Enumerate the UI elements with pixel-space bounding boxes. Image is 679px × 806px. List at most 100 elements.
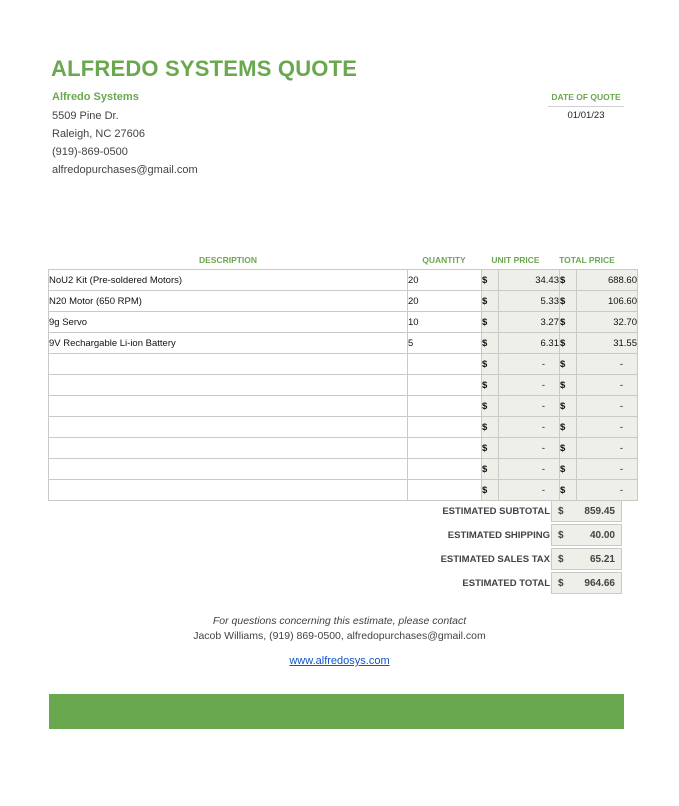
item-unit-price[interactable]: 5.33 bbox=[498, 290, 560, 312]
table-row: $ - $ - bbox=[48, 353, 638, 375]
item-unit-price[interactable]: 3.27 bbox=[498, 311, 560, 333]
unit-price-currency: $ bbox=[481, 416, 499, 438]
item-description[interactable] bbox=[48, 479, 408, 501]
website-link[interactable]: www.alfredosys.com bbox=[0, 655, 679, 667]
header-unit-price: UNIT PRICE bbox=[491, 255, 540, 265]
item-description[interactable]: 9g Servo bbox=[48, 311, 408, 333]
item-unit-price[interactable]: 6.31 bbox=[498, 332, 560, 354]
summary-currency: $ bbox=[558, 506, 564, 517]
header-quantity: QUANTITY bbox=[422, 255, 466, 265]
summary-value-box: $964.66 bbox=[551, 572, 622, 594]
total-price-currency: $ bbox=[559, 374, 577, 396]
item-description[interactable] bbox=[48, 374, 408, 396]
item-total-price: 106.60 bbox=[576, 290, 638, 312]
unit-price-currency: $ bbox=[481, 269, 499, 291]
summary-value: 40.00 bbox=[589, 530, 615, 541]
item-description[interactable]: N20 Motor (650 RPM) bbox=[48, 290, 408, 312]
unit-price-currency: $ bbox=[481, 479, 499, 501]
table-row: $ - $ - bbox=[48, 479, 638, 501]
date-of-quote-value[interactable]: 01/01/23 bbox=[548, 110, 624, 121]
item-quantity[interactable] bbox=[407, 395, 482, 417]
item-quantity[interactable] bbox=[407, 458, 482, 480]
item-quantity[interactable]: 20 bbox=[407, 290, 482, 312]
unit-price-currency: $ bbox=[481, 395, 499, 417]
summary-label: ESTIMATED TOTAL bbox=[462, 578, 550, 589]
item-quantity[interactable]: 5 bbox=[407, 332, 482, 354]
quote-title: ALFREDO SYSTEMS QUOTE bbox=[51, 56, 358, 81]
item-total-price: 32.70 bbox=[576, 311, 638, 333]
total-price-currency: $ bbox=[559, 353, 577, 375]
summary-value: 859.45 bbox=[584, 506, 615, 517]
total-price-currency: $ bbox=[559, 479, 577, 501]
item-quantity[interactable]: 20 bbox=[407, 269, 482, 291]
table-row: NoU2 Kit (Pre-soldered Motors) 20 $34.43 $6… bbox=[48, 269, 638, 291]
unit-price-currency: $ bbox=[481, 437, 499, 459]
summary-currency: $ bbox=[558, 578, 564, 589]
table-row: $ - $ - bbox=[48, 437, 638, 459]
company-name: Alfredo Systems bbox=[52, 91, 139, 103]
unit-price-currency: $ bbox=[481, 290, 499, 312]
item-quantity[interactable]: 10 bbox=[407, 311, 482, 333]
summary-value: 964.66 bbox=[584, 578, 615, 589]
item-total-price: - bbox=[576, 458, 638, 480]
item-unit-price[interactable]: - bbox=[498, 374, 560, 396]
total-price-currency: $ bbox=[559, 290, 577, 312]
unit-price-currency: $ bbox=[481, 458, 499, 480]
item-unit-price[interactable]: - bbox=[498, 416, 560, 438]
summary-label: ESTIMATED SUBTOTAL bbox=[442, 506, 550, 517]
item-description[interactable]: NoU2 Kit (Pre-soldered Motors) bbox=[48, 269, 408, 291]
table-row: 9V Rechargable Li-ion Battery 5 $6.31 $31.5… bbox=[48, 332, 638, 354]
date-divider bbox=[548, 106, 624, 107]
item-quantity[interactable] bbox=[407, 374, 482, 396]
total-price-currency: $ bbox=[559, 416, 577, 438]
item-total-price: - bbox=[576, 353, 638, 375]
footer-contact-note: For questions concerning this estimate, … bbox=[212, 615, 467, 627]
item-unit-price[interactable]: - bbox=[498, 395, 560, 417]
item-total-price: 688.60 bbox=[576, 269, 638, 291]
item-quantity[interactable] bbox=[407, 416, 482, 438]
item-quantity[interactable] bbox=[407, 437, 482, 459]
table-row: N20 Motor (650 RPM) 20 $5.33 $106.60 bbox=[48, 290, 638, 312]
total-price-currency: $ bbox=[559, 437, 577, 459]
company-city: Raleigh, NC 27606 bbox=[52, 128, 145, 140]
item-total-price: - bbox=[576, 437, 638, 459]
total-price-currency: $ bbox=[559, 458, 577, 480]
item-total-price: 31.55 bbox=[576, 332, 638, 354]
table-row: $ - $ - bbox=[48, 395, 638, 417]
item-description[interactable] bbox=[48, 395, 408, 417]
summary-value-box: $859.45 bbox=[551, 500, 622, 522]
summary-label: ESTIMATED SALES TAX bbox=[440, 554, 550, 565]
unit-price-currency: $ bbox=[481, 353, 499, 375]
item-description[interactable] bbox=[48, 353, 408, 375]
item-quantity[interactable] bbox=[407, 479, 482, 501]
unit-price-currency: $ bbox=[481, 332, 499, 354]
item-description[interactable] bbox=[48, 437, 408, 459]
line-items-table: NoU2 Kit (Pre-soldered Motors) 20 $34.43 $6… bbox=[48, 269, 638, 501]
item-total-price: - bbox=[576, 374, 638, 396]
item-unit-price[interactable]: - bbox=[498, 458, 560, 480]
item-description[interactable]: 9V Rechargable Li-ion Battery bbox=[48, 332, 408, 354]
summary-currency: $ bbox=[558, 554, 564, 565]
item-description[interactable] bbox=[48, 458, 408, 480]
item-unit-price[interactable]: - bbox=[498, 353, 560, 375]
footer-contact-details: Jacob Williams, (919) 869-0500, alfredop… bbox=[193, 630, 486, 642]
table-row: $ - $ - bbox=[48, 374, 638, 396]
total-price-currency: $ bbox=[559, 332, 577, 354]
item-unit-price[interactable]: - bbox=[498, 479, 560, 501]
date-of-quote-label: DATE OF QUOTE bbox=[551, 92, 621, 102]
header-description: DESCRIPTION bbox=[198, 255, 258, 265]
total-price-currency: $ bbox=[559, 311, 577, 333]
item-unit-price[interactable]: - bbox=[498, 437, 560, 459]
table-row: 9g Servo 10 $3.27 $32.70 bbox=[48, 311, 638, 333]
table-row: $ - $ - bbox=[48, 416, 638, 438]
item-total-price: - bbox=[576, 416, 638, 438]
item-unit-price[interactable]: 34.43 bbox=[498, 269, 560, 291]
summary-currency: $ bbox=[558, 530, 564, 541]
item-total-price: - bbox=[576, 479, 638, 501]
unit-price-currency: $ bbox=[481, 374, 499, 396]
total-price-currency: $ bbox=[559, 395, 577, 417]
item-description[interactable] bbox=[48, 416, 408, 438]
item-quantity[interactable] bbox=[407, 353, 482, 375]
total-price-currency: $ bbox=[559, 269, 577, 291]
company-email: alfredopurchases@gmail.com bbox=[52, 164, 198, 176]
